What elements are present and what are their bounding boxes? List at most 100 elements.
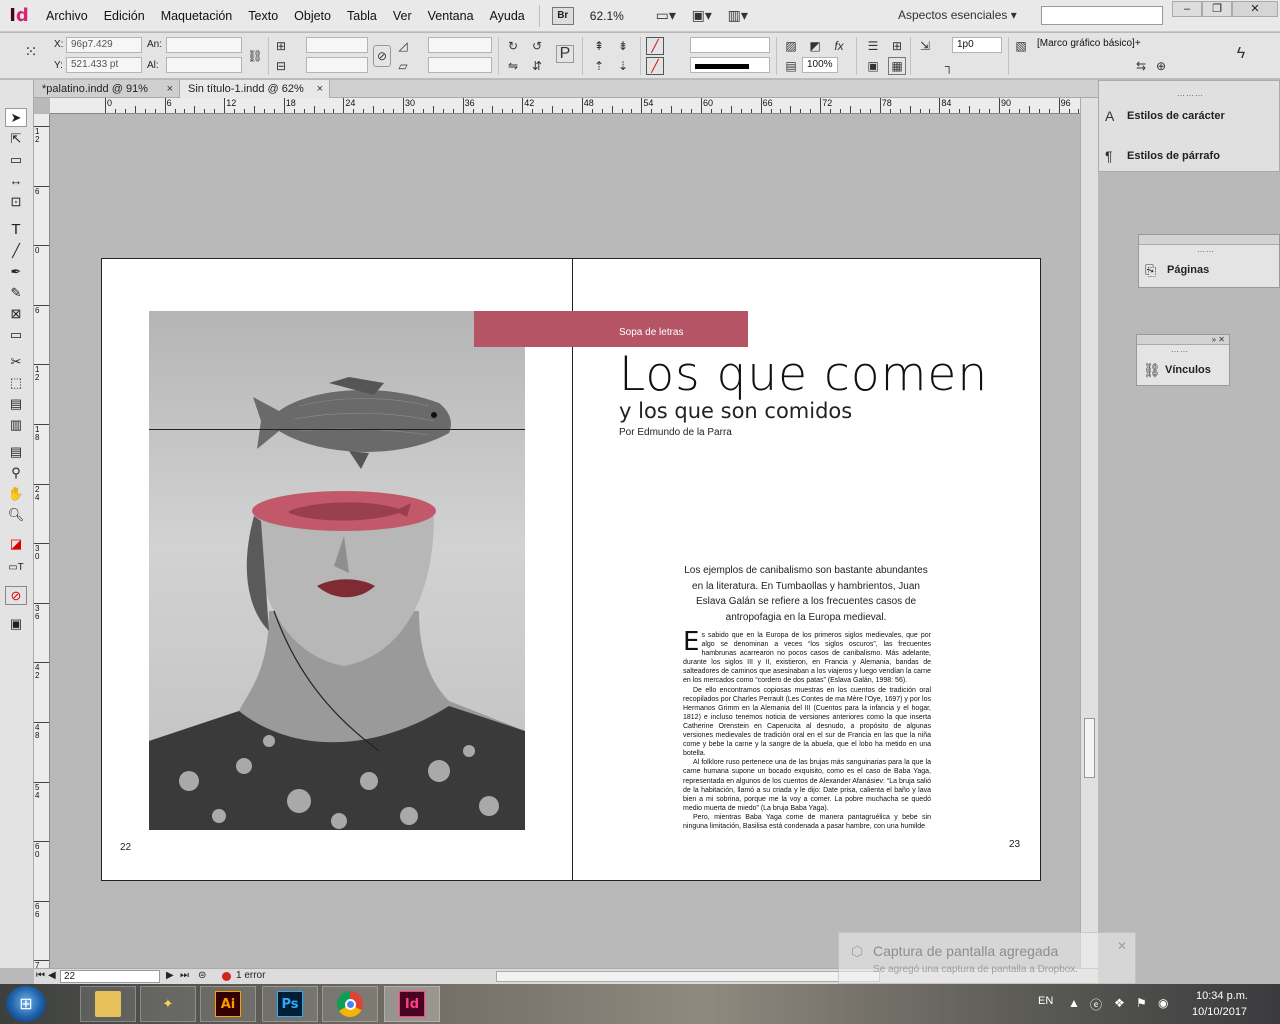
character-styles-panel[interactable]: A Estilos de carácter: [1105, 103, 1225, 129]
select-previous-icon[interactable]: ⇡: [590, 57, 608, 75]
prev-page-icon[interactable]: ◀: [48, 970, 56, 981]
links-panel-button[interactable]: ⛓ Vínculos: [1143, 357, 1211, 383]
article-title[interactable]: Los que comen: [619, 349, 988, 401]
close-tab-icon[interactable]: ×: [317, 80, 323, 98]
page-tool-icon[interactable]: ▭: [5, 150, 27, 169]
taskbar-indesign[interactable]: Id: [384, 986, 440, 1022]
menu-archivo[interactable]: Archivo: [38, 0, 96, 32]
flip-h-icon[interactable]: ⇋: [504, 57, 522, 75]
taskbar-tool[interactable]: ✦: [140, 986, 196, 1022]
dropbox-notification[interactable]: ⬡ Captura de pantalla agregada Se agregó…: [838, 932, 1136, 984]
tray-chrome-icon[interactable]: ◉: [1158, 996, 1168, 1010]
view-options-icon[interactable]: ▭▾: [648, 5, 684, 27]
search-input[interactable]: [1041, 6, 1163, 25]
panel-grip[interactable]: ⋯⋯: [1197, 247, 1215, 256]
menu-objeto[interactable]: Objeto: [286, 0, 339, 32]
close-tab-icon[interactable]: ×: [167, 80, 173, 98]
tab-palatino[interactable]: *palatino.indd @ 91% ×: [34, 80, 180, 98]
align-top-icon[interactable]: ☰: [864, 37, 882, 55]
new-style-icon[interactable]: ⊕: [1152, 57, 1170, 75]
object-style-select[interactable]: [Marco gráfico básico]+: [1033, 37, 1169, 53]
select-container-icon[interactable]: ⇞: [590, 37, 608, 55]
stroke-weight-icon[interactable]: ⇲: [916, 37, 934, 55]
first-page-icon[interactable]: ⏮: [36, 970, 45, 981]
tab-sin-titulo[interactable]: Sin título-1.indd @ 62% ×: [180, 80, 330, 98]
menu-edicion[interactable]: Edición: [96, 0, 153, 32]
clock-time[interactable]: 10:34 p.m.: [1196, 990, 1248, 1002]
wrap-icon[interactable]: ▨: [782, 37, 800, 55]
last-page-icon[interactable]: ⏭: [180, 970, 189, 981]
horizontal-scrollbar[interactable]: [496, 971, 880, 982]
rotate-field[interactable]: [428, 37, 492, 53]
apply-none-icon[interactable]: ⊘: [5, 586, 27, 605]
page-select[interactable]: 22: [60, 970, 160, 983]
align-center-icon[interactable]: ⊞: [888, 37, 906, 55]
object-style-icon[interactable]: ▧: [1012, 37, 1030, 55]
error-count[interactable]: 1 error: [236, 970, 265, 981]
scale-x-field[interactable]: [306, 37, 368, 53]
scroll-thumb[interactable]: [1084, 718, 1095, 778]
fit-frame-icon[interactable]: ▦: [888, 57, 906, 75]
next-page-icon[interactable]: ▶: [166, 970, 174, 981]
zoom-tool-icon[interactable]: 🔍︎: [5, 505, 27, 524]
clear-overrides-icon[interactable]: ⇆: [1132, 57, 1150, 75]
menu-ventana[interactable]: Ventana: [420, 0, 482, 32]
direct-selection-icon[interactable]: ⇱: [5, 129, 27, 148]
gap-tool-icon[interactable]: ↔: [5, 171, 27, 190]
rectangle-tool-icon[interactable]: ▭: [5, 325, 27, 344]
gradient-feather-icon[interactable]: ▥: [5, 415, 27, 434]
opacity-field[interactable]: 100%: [802, 57, 838, 73]
close-icon[interactable]: ✕: [1117, 939, 1127, 953]
pencil-tool-icon[interactable]: ✎: [5, 283, 27, 302]
lightning-icon[interactable]: ϟ: [1232, 45, 1250, 63]
article-byline[interactable]: Por Edmundo de la Parra: [619, 427, 732, 438]
taskbar-photoshop[interactable]: Ps: [262, 986, 318, 1022]
selection-tool-icon[interactable]: ➤: [5, 108, 27, 127]
preflight-icon[interactable]: ⊜: [198, 970, 206, 981]
minimize-button[interactable]: –: [1172, 1, 1202, 17]
note-tool-icon[interactable]: ▤: [5, 442, 27, 461]
hand-tool-icon[interactable]: ✋: [5, 484, 27, 503]
bridge-button[interactable]: Br: [551, 6, 574, 25]
taskbar-illustrator[interactable]: Ai: [200, 986, 256, 1022]
article-lead[interactable]: Los ejemplos de canibalismo son bastante…: [681, 563, 931, 625]
effects-icon[interactable]: fx: [830, 37, 848, 55]
stroke-type-select[interactable]: [690, 57, 770, 73]
eyedropper-tool-icon[interactable]: ⚲: [5, 463, 27, 482]
shear-icon[interactable]: ▱: [394, 57, 412, 75]
scale-y-icon[interactable]: ⊟: [272, 57, 290, 75]
panel-header[interactable]: [1139, 235, 1279, 245]
fit-content-icon[interactable]: ▣: [864, 57, 882, 75]
spread[interactable]: Sopa de letras Los que comen y los que s…: [101, 258, 1041, 881]
constrain-proportions-icon[interactable]: ⛓: [246, 47, 264, 65]
stroke-none-icon[interactable]: ╱: [646, 57, 664, 75]
content-collector-icon[interactable]: ⊡: [5, 192, 27, 211]
panel-grip[interactable]: ⋯⋯: [1171, 347, 1189, 356]
shear-field[interactable]: [428, 57, 492, 73]
section-label[interactable]: Sopa de letras: [619, 327, 684, 338]
rotate-cw-icon[interactable]: ↻: [504, 37, 522, 55]
tray-edge-icon[interactable]: ⓔ: [1090, 996, 1102, 1013]
paragraph-styles-panel[interactable]: ¶ Estilos de párrafo: [1105, 143, 1220, 169]
stroke-weight-value[interactable]: 1p0: [952, 37, 1002, 53]
stroke-weight-field[interactable]: [690, 37, 770, 53]
taskbar-chrome[interactable]: [322, 986, 378, 1022]
pen-tool-icon[interactable]: ✒: [5, 262, 27, 281]
screen-mode-tool-icon[interactable]: ▣: [5, 614, 27, 633]
language-indicator[interactable]: EN: [1038, 995, 1053, 1007]
select-next-icon[interactable]: ⇣: [614, 57, 632, 75]
article-body[interactable]: E s sabido que en la Europa de los prime…: [683, 631, 931, 831]
link-scale-icon[interactable]: ⊘: [373, 45, 391, 67]
y-field[interactable]: 521.433 pt: [66, 57, 142, 73]
menu-ver[interactable]: Ver: [385, 0, 420, 32]
clock-date[interactable]: 10/10/2017: [1192, 1006, 1247, 1018]
rotate-ccw-icon[interactable]: ↺: [528, 37, 546, 55]
section-band[interactable]: [474, 311, 748, 347]
start-button[interactable]: ⊞: [6, 986, 46, 1022]
opacity-icon[interactable]: ▤: [782, 57, 800, 75]
free-transform-icon[interactable]: ⬚: [5, 373, 27, 392]
reference-point-icon[interactable]: ⁙: [22, 43, 40, 61]
panel-header[interactable]: » ✕: [1137, 335, 1229, 345]
formatting-icon[interactable]: ▭T: [5, 558, 27, 577]
line-tool-icon[interactable]: ╱: [5, 241, 27, 260]
